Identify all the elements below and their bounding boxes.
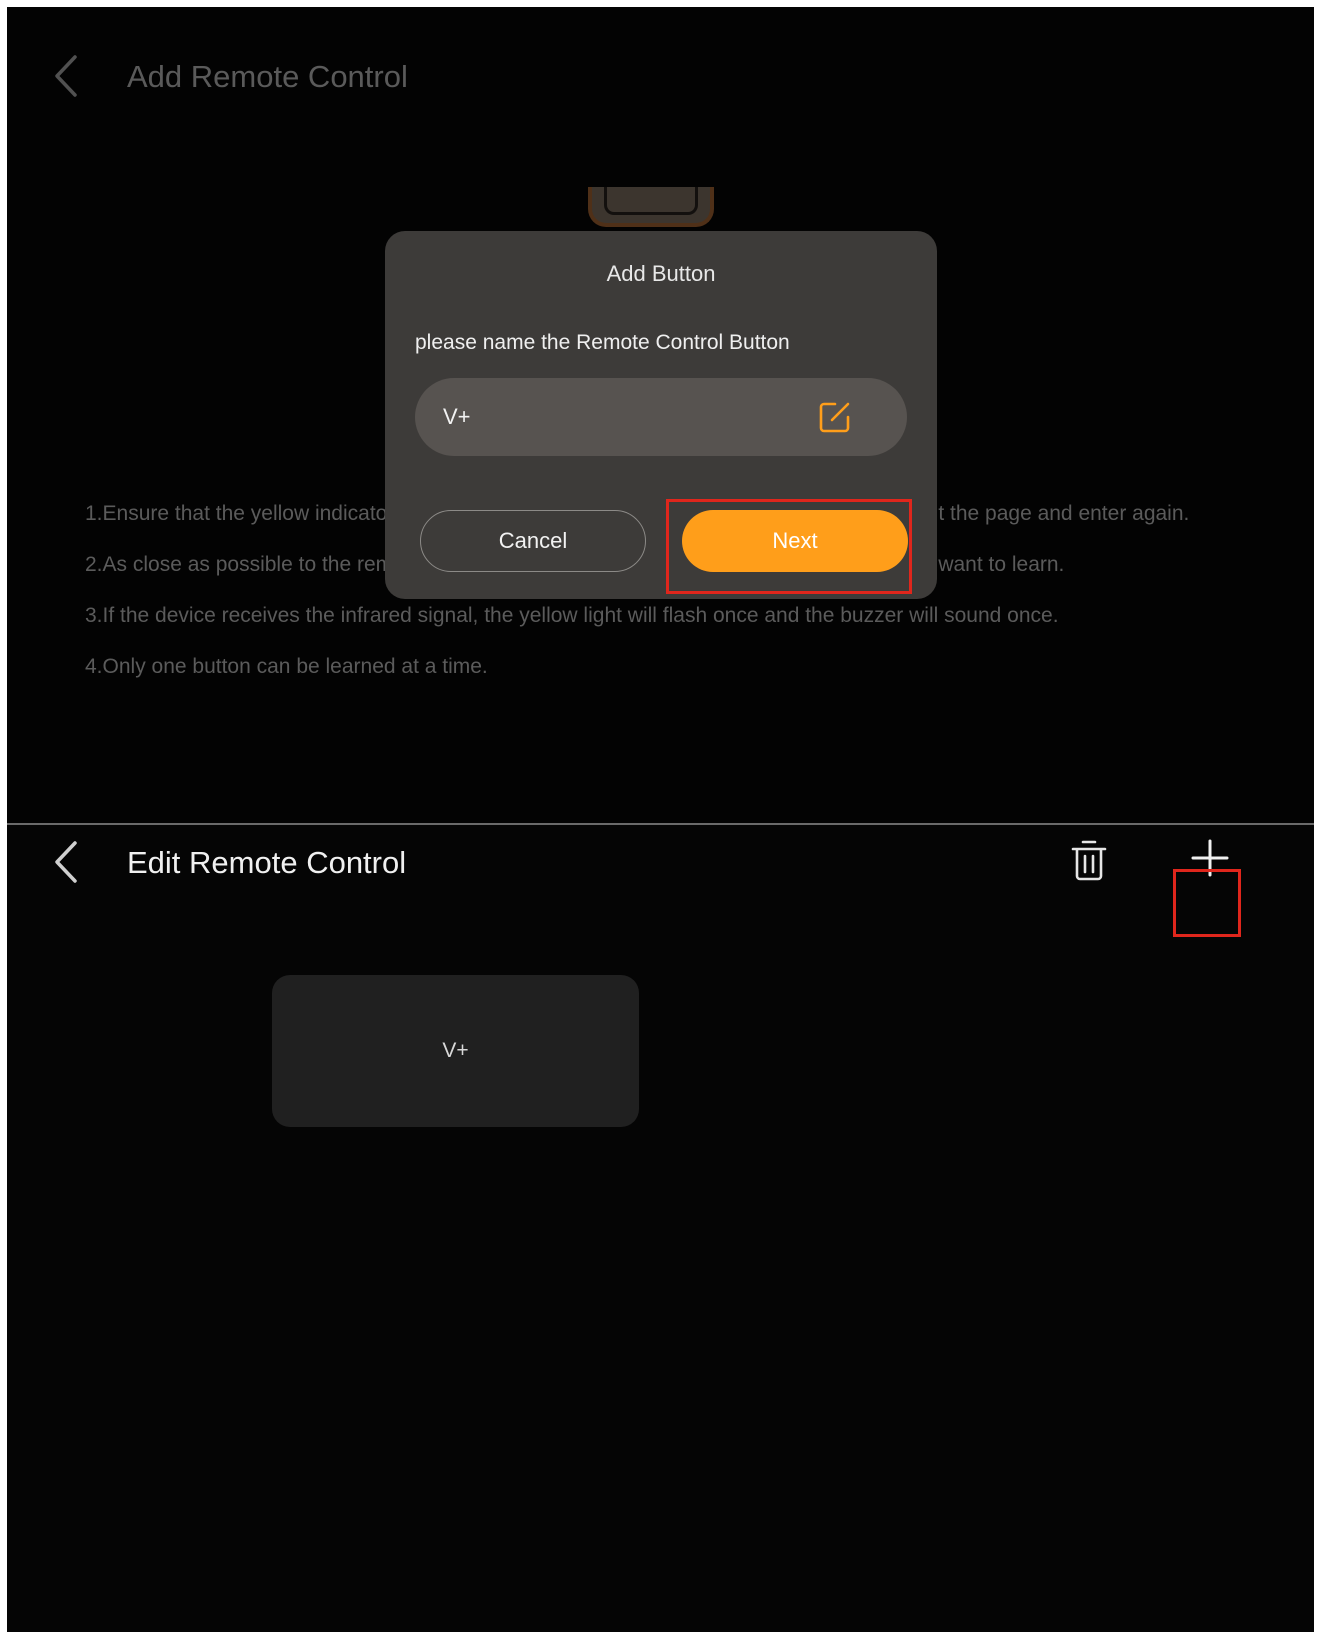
remote-button-tile[interactable]: V+: [272, 975, 639, 1127]
dialog-prompt: please name the Remote Control Button: [415, 331, 790, 354]
next-button-highlight: [666, 499, 912, 594]
back-chevron-icon[interactable]: [45, 837, 89, 887]
cancel-button[interactable]: Cancel: [420, 510, 646, 572]
button-name-value: V+: [443, 404, 471, 429]
button-name-input[interactable]: V+: [415, 378, 907, 456]
edit-remote-control-screen: Edit Remote Control V+: [7, 825, 1314, 1632]
edit-icon[interactable]: [818, 400, 852, 434]
dialog-title: Add Button: [606, 261, 716, 286]
trash-icon[interactable]: [1069, 833, 1109, 887]
page-title: Edit Remote Control: [127, 845, 407, 880]
add-button-highlight: [1173, 869, 1241, 937]
add-button-dialog: Add Button please name the Remote Contro…: [385, 231, 937, 599]
add-remote-control-screen: Add Remote Control 1.Ensure that the yel…: [7, 7, 1314, 823]
